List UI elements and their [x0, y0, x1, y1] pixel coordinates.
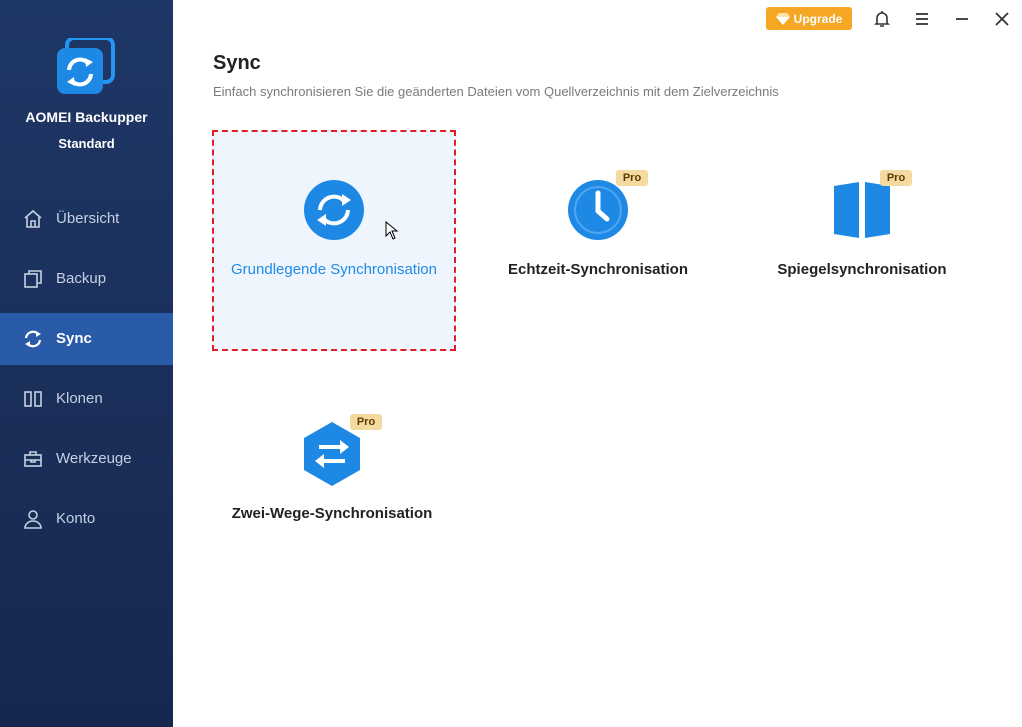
mouse-cursor-icon — [385, 221, 399, 240]
pro-badge: Pro — [616, 170, 648, 186]
option-label: Spiegelsynchronisation — [777, 261, 947, 278]
sync-icon — [24, 330, 42, 348]
app-logo-icon — [57, 38, 115, 94]
page-title: Sync — [213, 52, 261, 74]
option-label: Zwei-Wege-Synchronisation — [231, 505, 433, 522]
home-icon — [24, 209, 42, 228]
sidebar-item-uebersicht[interactable]: Übersicht — [0, 193, 173, 245]
sidebar-item-sync[interactable]: Sync — [0, 313, 173, 365]
clock-icon — [568, 180, 628, 240]
option-mirror-sync[interactable]: Pro Spiegelsynchronisation — [742, 130, 982, 348]
menu-icon[interactable] — [911, 8, 933, 30]
sidebar-item-werkzeuge[interactable]: Werkzeuge — [0, 433, 173, 485]
diamond-icon — [775, 12, 790, 25]
minimize-icon[interactable] — [951, 8, 973, 30]
upgrade-button[interactable]: Upgrade — [766, 7, 852, 30]
app-edition: Standard — [58, 136, 115, 151]
mirror-icon — [834, 182, 890, 238]
option-label: Echtzeit-Synchronisation — [507, 261, 689, 278]
copy-icon — [24, 270, 42, 288]
pro-badge: Pro — [350, 414, 382, 430]
bell-icon[interactable] — [871, 8, 893, 30]
sync-circle-icon — [304, 180, 364, 240]
option-two-way-sync[interactable]: Pro Zwei-Wege-Synchronisation — [212, 374, 452, 592]
toolbox-icon — [24, 451, 42, 467]
clone-icon — [24, 391, 42, 407]
sidebar-item-label: Übersicht — [56, 210, 120, 227]
option-label: Grundlegende Synchronisation — [231, 261, 437, 278]
option-basic-sync[interactable]: Grundlegende Synchronisation — [212, 130, 456, 351]
sidebar: AOMEI Backupper Standard Übersicht Backu… — [0, 0, 173, 727]
close-icon[interactable] — [991, 8, 1013, 30]
pro-badge: Pro — [880, 170, 912, 186]
user-icon — [24, 510, 42, 529]
upgrade-label: Upgrade — [793, 11, 843, 26]
page-subtitle: Einfach synchronisieren Sie die geändert… — [213, 84, 779, 99]
sidebar-item-label: Klonen — [56, 390, 103, 407]
sidebar-item-konto[interactable]: Konto — [0, 493, 173, 545]
sidebar-item-label: Konto — [56, 510, 96, 527]
sidebar-item-label: Sync — [56, 330, 92, 347]
sidebar-item-backup[interactable]: Backup — [0, 253, 173, 305]
two-way-arrows-icon — [304, 422, 360, 486]
app-name: AOMEI Backupper — [25, 109, 148, 125]
option-realtime-sync[interactable]: Pro Echtzeit-Synchronisation — [478, 130, 718, 348]
sidebar-item-klonen[interactable]: Klonen — [0, 373, 173, 425]
sidebar-item-label: Backup — [56, 270, 107, 287]
sidebar-item-label: Werkzeuge — [56, 450, 132, 467]
